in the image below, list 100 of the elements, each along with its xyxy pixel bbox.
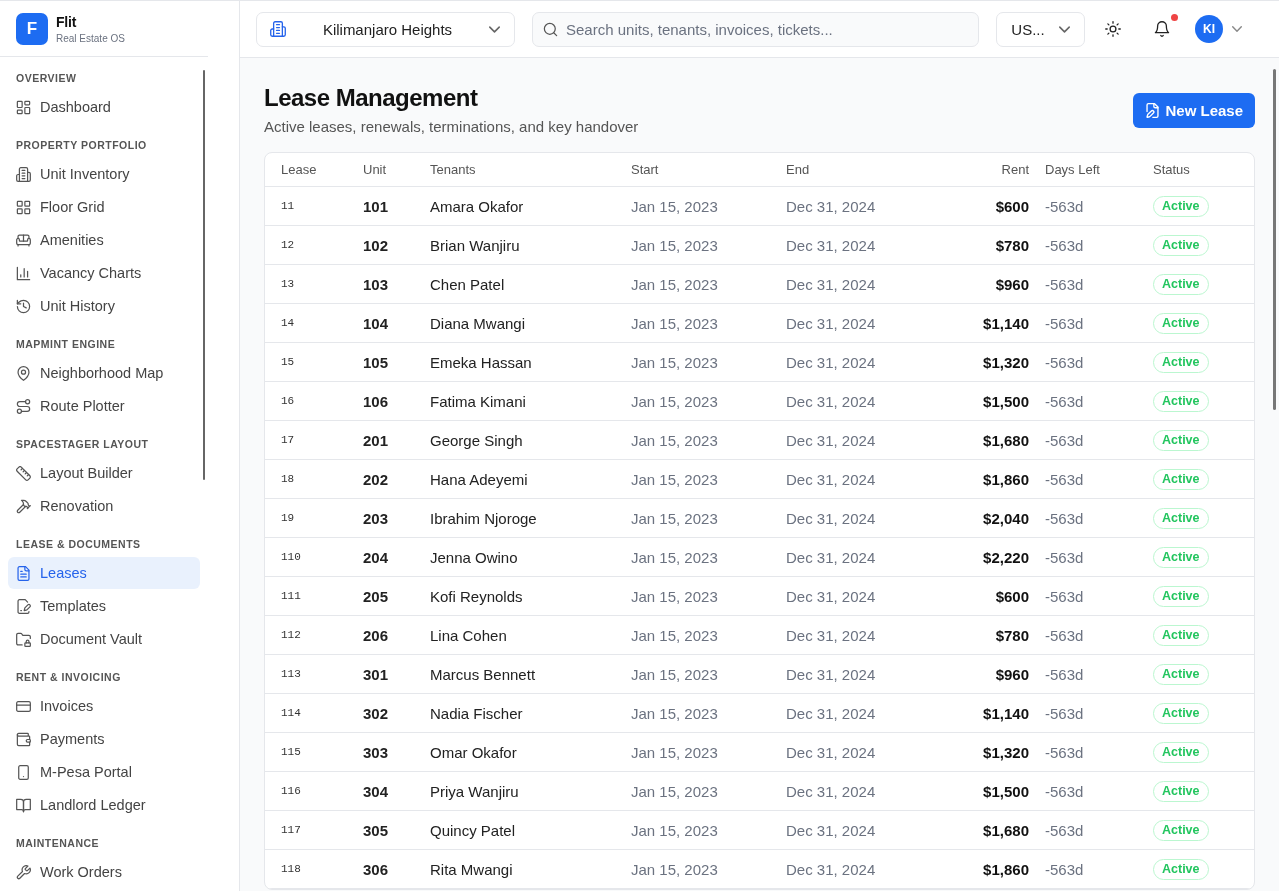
- table-cell-text: Dec 31, 2024: [785, 548, 877, 566]
- section-heading: MAINTENANCE: [15, 836, 101, 851]
- section-heading: MAPMINT ENGINE: [15, 337, 117, 352]
- table-cell-text: Jan 15, 2023: [630, 548, 719, 566]
- table-cell-text: Dec 31, 2024: [785, 236, 877, 254]
- building-icon: [16, 166, 31, 182]
- table-cell-text: 114: [280, 707, 302, 719]
- sidebar-item[interactable]: Invoices: [8, 690, 200, 722]
- file-signature-icon: [16, 598, 31, 614]
- status-badge: Active: [1153, 819, 1209, 841]
- table-cell-text: Dec 31, 2024: [785, 275, 877, 293]
- table-cell-text: Kofi Reynolds: [429, 587, 524, 605]
- sidebar-item[interactable]: Floor Grid: [8, 191, 200, 223]
- table-cell-text: Emeka Hassan: [429, 353, 533, 371]
- table-cell-text: 13: [280, 278, 296, 290]
- table-cell-text: $1,140: [982, 704, 1030, 722]
- sidebar-item[interactable]: Amenities: [8, 224, 200, 256]
- bell-icon: [1154, 21, 1170, 37]
- sidebar-item[interactable]: Route Plotter: [8, 390, 200, 422]
- table-cell-text: 16: [280, 395, 296, 407]
- sidebar-item[interactable]: Vacancy Charts: [8, 257, 200, 289]
- column-header: Days Left: [1044, 162, 1101, 177]
- table-cell-text: -563d: [1044, 860, 1085, 878]
- table-cell-text: Dec 31, 2024: [785, 470, 877, 488]
- table-cell-text: 102: [362, 236, 390, 254]
- table-cell-text: 302: [362, 704, 390, 722]
- sidebar-item[interactable]: Dashboard: [8, 91, 200, 123]
- table-cell-text: 301: [362, 665, 390, 683]
- status-badge: Active: [1153, 663, 1209, 685]
- user-avatar[interactable]: KI: [1195, 15, 1223, 43]
- search-field[interactable]: Search units, tenants, invoices, tickets...: [532, 11, 979, 47]
- table-cell-text: Lina Cohen: [429, 626, 508, 644]
- chevron-down-icon: [489, 25, 500, 33]
- table-cell-text: 117: [280, 824, 302, 836]
- dashboard-icon: [16, 99, 31, 115]
- sidebar-item[interactable]: Document Vault: [8, 623, 200, 655]
- sidebar-item[interactable]: Neighborhood Map: [8, 357, 200, 389]
- sidebar-item[interactable]: Leases: [8, 557, 200, 589]
- table-cell-text: -563d: [1044, 236, 1085, 254]
- building-icon: [270, 21, 286, 37]
- table-cell-text: Jan 15, 2023: [630, 821, 719, 839]
- table-cell-text: Dec 31, 2024: [785, 782, 877, 800]
- table-cell-text: Jan 15, 2023: [630, 860, 719, 878]
- column-header: Unit: [362, 162, 388, 177]
- chevron-down-icon: [1232, 26, 1242, 32]
- status-badge: Active: [1153, 546, 1209, 568]
- scrollbar-thumb[interactable]: [1273, 69, 1276, 410]
- bar-chart-icon: [16, 265, 31, 281]
- sidebar-item[interactable]: Unit History: [8, 290, 200, 322]
- table-cell-text: $2,220: [982, 548, 1030, 566]
- document-icon: [16, 565, 31, 581]
- scrollbar-thumb[interactable]: [203, 70, 205, 480]
- folder-lock-icon: [16, 631, 31, 647]
- sidebar-item[interactable]: Unit Inventory: [8, 158, 200, 190]
- table-cell-text: 110: [280, 551, 302, 563]
- table-cell-text: $960: [994, 275, 1030, 293]
- currency-selector[interactable]: US...: [996, 11, 1085, 47]
- table-cell-text: -563d: [1044, 431, 1085, 449]
- table-cell-text: Dec 31, 2024: [785, 821, 877, 839]
- sidebar-item[interactable]: Layout Builder: [8, 457, 200, 489]
- status-badge: Active: [1153, 780, 1209, 802]
- table-cell-text: 203: [362, 509, 390, 527]
- logo-tile: F: [16, 13, 48, 45]
- section-heading: OVERVIEW: [15, 71, 78, 86]
- sidebar-item[interactable]: Landlord Ledger: [8, 789, 200, 821]
- table-cell-text: 14: [280, 317, 296, 329]
- credit-card-icon: [16, 698, 31, 714]
- status-badge: Active: [1153, 195, 1209, 217]
- status-badge: Active: [1153, 351, 1209, 373]
- table-cell-text: Jan 15, 2023: [630, 509, 719, 527]
- wallet-icon: [16, 731, 31, 747]
- new-lease-button[interactable]: New Lease: [1133, 93, 1255, 128]
- table-cell-text: 18: [280, 473, 296, 485]
- file-pen-icon: [1145, 103, 1161, 118]
- status-badge: Active: [1153, 585, 1209, 607]
- table-cell-text: Nadia Fischer: [429, 704, 524, 722]
- table-cell-text: Jan 15, 2023: [630, 275, 719, 293]
- wrench-icon: [16, 864, 31, 880]
- status-badge: Active: [1153, 702, 1209, 724]
- sidebar-item[interactable]: M-Pesa Portal: [8, 756, 200, 788]
- sidebar-item[interactable]: Work Orders: [8, 856, 200, 888]
- table-cell-text: 19: [280, 512, 296, 524]
- chevron-down-icon: [1058, 25, 1070, 33]
- table-cell-text: 113: [280, 668, 302, 680]
- property-selector[interactable]: Kilimanjaro Heights: [256, 11, 515, 47]
- table-cell-text: -563d: [1044, 197, 1085, 215]
- sidebar-item[interactable]: Templates: [8, 590, 200, 622]
- table-cell-text: Jan 15, 2023: [630, 353, 719, 371]
- table-cell-text: Brian Wanjiru: [429, 236, 521, 254]
- status-badge: Active: [1153, 312, 1209, 334]
- sidebar-item[interactable]: Payments: [8, 723, 200, 755]
- table-cell-text: $1,320: [982, 743, 1030, 761]
- table-cell-text: Ibrahim Njoroge: [429, 509, 538, 527]
- table-cell-text: 11: [280, 200, 296, 212]
- table-cell-text: $1,860: [982, 470, 1030, 488]
- status-badge: Active: [1153, 390, 1209, 412]
- table-cell-text: Jan 15, 2023: [630, 743, 719, 761]
- sidebar-item[interactable]: Renovation: [8, 490, 200, 522]
- table-cell-text: 111: [280, 590, 302, 602]
- column-header: Lease: [280, 162, 318, 177]
